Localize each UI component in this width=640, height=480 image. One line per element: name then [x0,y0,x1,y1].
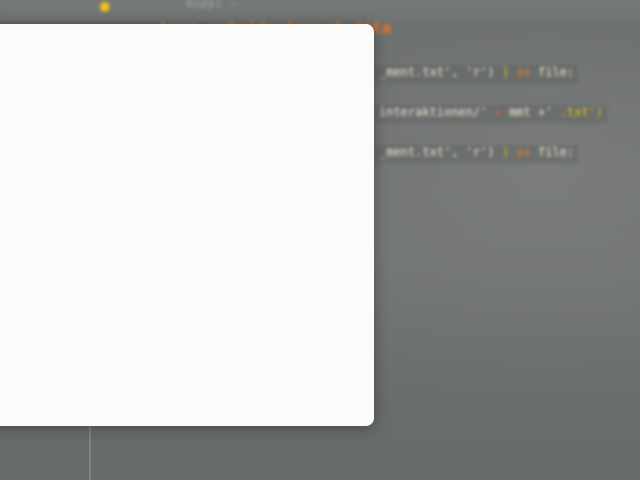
code-line-3[interactable]: _ment.txt', 'r') ) as file: [375,145,579,163]
code-line-2[interactable]: interaktionen/' + mmt +' .txt') [375,105,608,123]
code-string: interaktionen/' [379,105,488,119]
title-text: mipy) - [186,0,237,10]
editor-gutter-divider [89,420,91,480]
code-operator: + [494,105,502,119]
blank-dialog-panel[interactable] [0,24,374,426]
code-editor-window: ● mipy) - Loop outside import data _ment… [0,0,640,480]
code-identifier: file: [537,65,575,79]
code-identifier: mmt +' [509,105,553,119]
code-string: _ment.txt', 'r') [379,145,495,159]
tab-indicator-icon: ● [100,0,110,15]
code-paren: ) [501,145,510,159]
code-string-end: .txt') [559,105,604,119]
code-keyword: as [516,65,531,79]
code-string: _ment.txt', 'r') [379,65,495,79]
code-keyword: as [516,145,531,159]
code-line-1[interactable]: _ment.txt', 'r') ) as file: [375,65,579,83]
code-paren: ) [501,65,510,79]
code-identifier: file: [537,145,575,159]
